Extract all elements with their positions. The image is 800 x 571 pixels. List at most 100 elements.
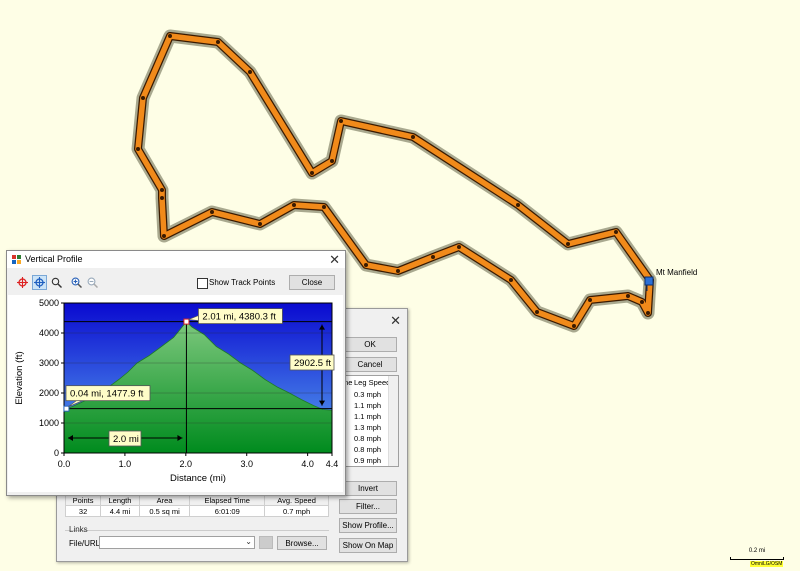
track-point[interactable] — [640, 300, 644, 304]
scale-label: 0.2 mi — [748, 548, 766, 554]
y-axis-label: Elevation (ft) — [14, 351, 25, 404]
list-item[interactable]: 80.9 mph — [340, 455, 388, 466]
leg-list[interactable]: me Leg Speed 50.3 mph 51.1 mph 61.1 mph … — [339, 375, 399, 467]
stats-header: Elapsed Time — [189, 494, 266, 506]
invert-button[interactable]: Invert — [339, 481, 397, 496]
ok-button[interactable]: OK — [343, 337, 397, 352]
track-point[interactable] — [136, 147, 140, 151]
stats-header: Points — [64, 494, 102, 506]
track-point[interactable] — [566, 242, 570, 246]
track-point[interactable] — [210, 210, 214, 214]
show-profile-button[interactable]: Show Profile... — [339, 518, 397, 533]
stats-header: Avg. Speed — [264, 494, 329, 506]
track-point[interactable] — [162, 234, 166, 238]
track-point[interactable] — [535, 310, 539, 314]
x-tick-label: 1.0 — [119, 459, 132, 469]
file-url-input[interactable]: ⌄ — [99, 536, 255, 549]
high-callout-text: 2.01 mi, 4380.3 ft — [202, 312, 276, 323]
stats-value: 6:01:09 — [189, 505, 266, 517]
track-point[interactable] — [364, 263, 368, 267]
zoom-out-icon[interactable] — [85, 275, 100, 290]
track-point[interactable] — [646, 311, 650, 315]
vertical-profile-dialog: Vertical Profile ✕ Show Track Points Clo… — [6, 250, 346, 496]
stats-header: Area — [138, 494, 191, 506]
track-point[interactable] — [168, 34, 172, 38]
y-tick-label: 1000 — [39, 418, 59, 428]
x-tick-label: 4.4 — [326, 459, 339, 469]
show-track-points-label: Show Track Points — [209, 278, 276, 287]
list-item[interactable]: 81.3 mph — [340, 422, 388, 433]
elevation-profile-chart: 0 1000 2000 3000 4000 5000 0.0 1.0 2.0 3.0 4.0 4.4 D… — [8, 295, 343, 492]
vertical-profile-titlebar[interactable]: Vertical Profile ✕ — [7, 251, 345, 268]
list-item[interactable]: 40.8 mph — [340, 444, 388, 455]
stats-header: Length — [100, 494, 140, 506]
crosshair-red-icon[interactable] — [15, 275, 30, 290]
crosshair-blue-icon[interactable] — [32, 275, 47, 290]
track-point[interactable] — [457, 245, 461, 249]
track-stats-table: Points Length Area Elapsed Time Avg. Spe… — [64, 494, 329, 517]
y-tick-label: 5000 — [39, 298, 59, 308]
close-icon[interactable]: ✕ — [390, 313, 401, 329]
track-point[interactable] — [431, 255, 435, 259]
track-point[interactable] — [141, 96, 145, 100]
y-tick-label: 2000 — [39, 388, 59, 398]
close-icon[interactable]: ✕ — [329, 252, 340, 268]
scale-line — [730, 557, 784, 560]
y-tick-label: 3000 — [39, 358, 59, 368]
y-tick-label: 4000 — [39, 328, 59, 338]
list-scrollbar[interactable] — [388, 376, 398, 466]
list-item[interactable]: 50.3 mph — [340, 389, 388, 400]
x-tick-label: 3.0 — [240, 459, 253, 469]
track-point[interactable] — [396, 269, 400, 273]
zoom-in-icon[interactable] — [69, 275, 84, 290]
track-point[interactable] — [588, 298, 592, 302]
show-on-map-button[interactable]: Show On Map — [339, 538, 397, 553]
app-icon — [12, 255, 21, 264]
leg-list-header: me Leg Speed — [342, 378, 391, 387]
cancel-button[interactable]: Cancel — [343, 357, 397, 372]
low-point-marker[interactable] — [63, 405, 70, 412]
show-track-points-checkbox[interactable] — [197, 278, 208, 289]
track-point[interactable] — [572, 324, 576, 328]
y-tick-label: 0 — [54, 448, 59, 458]
filter-button[interactable]: Filter... — [339, 499, 397, 514]
list-item[interactable]: 61.1 mph — [340, 411, 388, 422]
high-point-marker[interactable] — [183, 318, 190, 325]
waypoint-label: Mt Manfield — [656, 268, 698, 277]
track-point[interactable] — [160, 188, 164, 192]
track-point[interactable] — [516, 203, 520, 207]
x-axis-label: Distance (mi) — [170, 473, 226, 484]
zoom-region-icon[interactable] — [49, 275, 64, 290]
chevron-down-icon[interactable]: ⌄ — [245, 537, 252, 546]
track-point[interactable] — [322, 205, 326, 209]
scale-attribution: OmniLG/OSM — [750, 561, 784, 567]
list-item[interactable]: 00.8 mph — [340, 433, 388, 444]
open-link-button[interactable] — [259, 536, 273, 549]
distance-callout-text: 2.0 mi — [113, 434, 139, 445]
track-point[interactable] — [216, 40, 220, 44]
track-point[interactable] — [258, 222, 262, 226]
track-point[interactable] — [614, 230, 618, 234]
x-tick-label: 4.0 — [301, 459, 314, 469]
track-point[interactable] — [411, 135, 415, 139]
stats-value: 0.7 mph — [264, 505, 329, 517]
close-button[interactable]: Close — [289, 275, 335, 290]
track-point[interactable] — [339, 119, 343, 123]
track-point[interactable] — [248, 70, 252, 74]
x-tick-label: 0.0 — [58, 459, 71, 469]
elevation-gain-callout-text: 2902.5 ft — [294, 358, 331, 369]
track-point[interactable] — [330, 159, 334, 163]
list-item[interactable]: 51.1 mph — [340, 400, 388, 411]
track-point[interactable] — [626, 294, 630, 298]
profile-plot[interactable]: 0 1000 2000 3000 4000 5000 0.0 1.0 2.0 3.0 4.0 4.4 D… — [8, 295, 343, 492]
track-point[interactable] — [310, 171, 314, 175]
links-group-label: Links — [69, 525, 88, 534]
track-point[interactable] — [160, 196, 164, 200]
track-point[interactable] — [292, 203, 296, 207]
track-point[interactable] — [509, 278, 513, 282]
stats-value: 32 — [64, 505, 102, 517]
x-tick-label: 2.0 — [180, 459, 193, 469]
browse-button[interactable]: Browse... — [277, 536, 327, 550]
map-scale-bar: 0.2 mi OmniLG/OSM — [730, 548, 784, 567]
stats-value: 0.5 sq mi — [138, 505, 191, 517]
